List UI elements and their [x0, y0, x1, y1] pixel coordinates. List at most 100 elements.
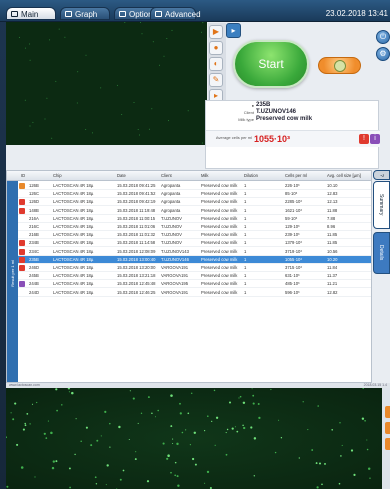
table-row[interactable]: 234C LACTOSCAN 4R 18µ 15.03.2018 12:08:09 T… [7, 248, 371, 256]
edit-icon[interactable]: ✎ [209, 73, 223, 87]
footer-version: 2018.03.15 1.4 [363, 383, 387, 387]
cell-speck [122, 469, 125, 472]
tab-details[interactable]: Details [373, 232, 390, 274]
cell-speck [129, 390, 131, 392]
cell-date: 15.03.2018 09:41:25 [117, 183, 156, 188]
status-badge [19, 240, 25, 247]
cell-milk: Preserved cow milk [201, 281, 238, 287]
cell-id: 126B [29, 183, 39, 188]
cell-client: VARGOVA195 [161, 281, 189, 287]
cell-speck [366, 448, 369, 451]
cell-dil: 1 [244, 183, 247, 188]
cell-speck [258, 416, 261, 420]
capture-icon[interactable]: ● [209, 41, 223, 55]
table-row[interactable]: 148B LACTOSCAN 4R 18µ 15.03.2018 11:19:48 A… [7, 207, 371, 215]
milk-type-value: Preserved cow milk [256, 116, 313, 122]
cell-specks [5, 387, 371, 489]
table-row[interactable]: 245B LACTOSCAN 4R 18µ 15.03.2018 13:21:18 V… [7, 272, 371, 281]
header-size[interactable]: Avg. cell size [µm] [327, 173, 361, 178]
tab-graph[interactable]: Graph [60, 7, 110, 20]
header-cells[interactable]: Cells per ml [285, 173, 307, 178]
tab-summary[interactable]: Summary [373, 181, 390, 229]
chip-button[interactable] [318, 57, 361, 74]
cell-speck [20, 466, 24, 469]
table-row[interactable]: 246D LACTOSCAN 4R 18µ 15.03.2018 13:20:00 V… [7, 264, 371, 272]
cell-chip: LACTOSCAN 4R 18µ [53, 256, 94, 262]
cell-size: 11.37 [327, 273, 338, 279]
header-dilution[interactable]: Dilution [244, 173, 258, 178]
header-chip[interactable]: Chip [53, 173, 62, 178]
cell-milk: Preserved cow milk [201, 273, 238, 279]
cell-milk: Preserved cow milk [201, 240, 238, 246]
settings-icon[interactable]: ⚙ [376, 47, 390, 61]
zoom-icon[interactable]: ◐ [209, 57, 223, 71]
power-icon[interactable]: ⏻ [376, 30, 390, 44]
preview-speck [51, 137, 53, 139]
cell-speck [162, 442, 165, 445]
cell-speck [155, 416, 156, 418]
cell-speck [243, 426, 246, 430]
tab-main[interactable]: Main [6, 7, 56, 20]
edge-handle[interactable] [385, 422, 390, 434]
help-tab[interactable]: ? [373, 170, 390, 180]
header-id[interactable]: ID [21, 173, 25, 178]
cell-speck [234, 426, 236, 428]
preview-speck [44, 118, 46, 120]
table-row[interactable]: 126D LACTOSCAN 4R 18µ 15.03.2018 09:42:19 A… [7, 198, 371, 207]
cell-speck [90, 444, 93, 447]
cell-speck [350, 449, 354, 452]
header-milk[interactable]: Milk [201, 173, 208, 178]
cell-date: 15.03.2018 13:00:40 [117, 256, 156, 262]
cell-milk: Preserved cow milk [201, 256, 238, 262]
top-bar: Main Graph Options Advanced 23.02.2018 1… [0, 0, 390, 22]
table-row[interactable]: 126C LACTOSCAN 4R 18µ 15.03.2018 09:41:52 A… [7, 190, 371, 199]
table-row[interactable]: 234B LACTOSCAN 4R 18µ 15.03.2018 11:14:58 T… [7, 239, 371, 248]
cell-cells: 2285·10³ [285, 199, 302, 205]
table-row[interactable]: 244D LACTOSCAN 4R 18µ 15.03.2018 12:46:25 V… [7, 289, 371, 297]
cell-id: 216C [29, 224, 40, 229]
table-row[interactable]: 244B LACTOSCAN 4R 18µ 15.03.2018 12:45:48 V… [7, 280, 371, 289]
preview-speck [168, 120, 169, 122]
status-badge [19, 256, 25, 263]
cell-speck [367, 467, 371, 470]
cell-speck [74, 453, 76, 456]
tab-advanced[interactable]: Advanced [150, 7, 201, 20]
cell-speck [26, 413, 29, 415]
table-row[interactable]: 126B LACTOSCAN 4R 18µ 15.03.2018 09:41:25 A… [7, 182, 371, 190]
cell-milk: Preserved cow milk [201, 248, 238, 254]
cell-speck [157, 409, 160, 412]
cell-speck [238, 397, 240, 399]
info-icon[interactable]: i [370, 134, 380, 144]
start-button[interactable]: Start [233, 40, 309, 88]
cell-speck [239, 395, 242, 398]
preview-speck [58, 28, 60, 30]
cell-speck [119, 478, 122, 481]
table-row[interactable]: 216A LACTOSCAN 4R 18µ 15.03.2018 11:00:15 T… [7, 215, 371, 223]
table-row[interactable]: 216C LACTOSCAN 4R 18µ 15.03.2018 11:01:06 T… [7, 223, 371, 231]
cell-date: 15.03.2018 11:01:06 [117, 224, 156, 229]
cell-speck [250, 426, 253, 429]
cell-speck [69, 486, 71, 489]
cell-chip: LACTOSCAN 4R 18µ [53, 265, 94, 270]
cell-speck [278, 419, 280, 421]
header-client[interactable]: Client [161, 173, 172, 178]
cell-chip: LACTOSCAN 4R 18µ [53, 248, 94, 254]
cell-speck [6, 485, 9, 488]
table-row[interactable]: 216B LACTOSCAN 4R 18µ 15.03.2018 11:01:32 T… [7, 231, 371, 240]
cell-speck [170, 394, 173, 397]
cell-dil: 1 [244, 191, 247, 197]
footer-website[interactable]: www.lactoscan.com [9, 383, 40, 387]
play-icon[interactable]: ▶ [209, 25, 223, 39]
cell-speck [12, 418, 15, 421]
warning-icon[interactable]: ! [359, 134, 369, 144]
edge-handle[interactable] [385, 406, 390, 418]
edge-handle[interactable] [385, 438, 390, 450]
cell-client: Agropanta [161, 207, 181, 213]
expand-icon[interactable]: ▸ [226, 23, 241, 38]
cell-size: 12.13 [327, 199, 338, 205]
preview-speck [24, 99, 26, 101]
cell-size: 12.83 [327, 191, 338, 197]
table-row[interactable]: 235B LACTOSCAN 4R 18µ 15.03.2018 13:00:40 T… [7, 255, 371, 264]
status-badge [19, 248, 25, 255]
header-date[interactable]: Date [117, 173, 126, 178]
